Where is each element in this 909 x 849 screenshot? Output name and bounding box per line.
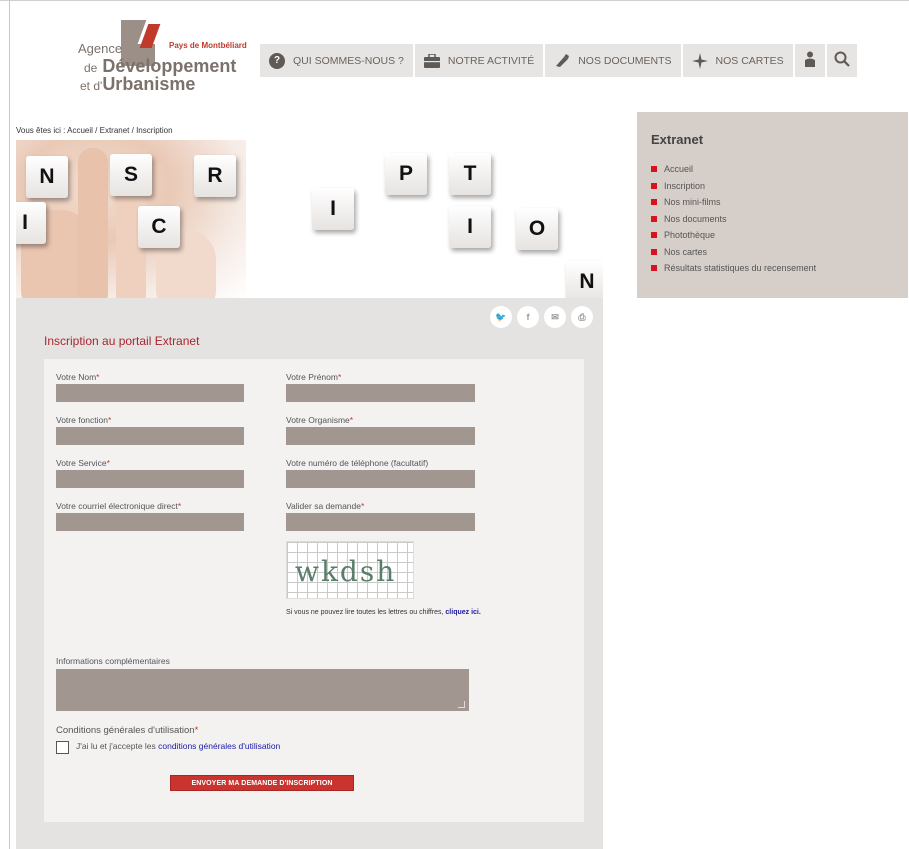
compass-icon xyxy=(691,52,708,69)
submit-button[interactable]: ENVOYER MA DEMANDE D'INSCRIPTION xyxy=(170,775,354,791)
briefcase-icon xyxy=(423,53,440,69)
breadcrumb-link-extranet[interactable]: Extranet xyxy=(100,126,130,135)
valider-label: Valider sa demande* xyxy=(286,501,365,511)
breadcrumb-current: Inscription xyxy=(136,126,173,135)
logo-agence: Agence xyxy=(78,41,123,56)
nav-nos-cartes[interactable]: NOS CARTES xyxy=(682,44,793,77)
fonction-label: Votre fonction* xyxy=(56,415,112,425)
nom-label: Votre Nom* xyxy=(56,372,100,382)
sidebar-menu: Accueil Inscription Nos mini-films Nos d… xyxy=(651,161,894,277)
captcha-refresh-link[interactable]: cliquez ici. xyxy=(445,609,480,616)
agency-logo[interactable]: Agence Pays de Montbéliard de Développem… xyxy=(60,18,260,98)
bullet-icon xyxy=(651,232,657,239)
sidebar-item-documents[interactable]: Nos documents xyxy=(651,211,894,228)
sidebar-item-cartes[interactable]: Nos cartes xyxy=(651,244,894,261)
organisme-label: Votre Organisme* xyxy=(286,415,354,425)
captcha-image: wkdsh xyxy=(286,541,414,599)
prenom-input[interactable] xyxy=(286,384,475,402)
telephone-input[interactable] xyxy=(286,470,475,488)
courriel-input[interactable] xyxy=(56,513,244,531)
registration-form: Votre Nom* Votre Prénom* Votre fonction*… xyxy=(44,359,584,822)
sidebar-item-inscription[interactable]: Inscription xyxy=(651,178,894,195)
bullet-icon xyxy=(651,265,657,272)
service-input[interactable] xyxy=(56,470,244,488)
cgu-text: J'ai lu et j'accepte les conditions géné… xyxy=(76,741,281,751)
nav-label: QUI SOMMES-NOUS ? xyxy=(293,54,404,67)
sidebar-title: Extranet xyxy=(651,132,704,147)
letter-tile: I xyxy=(16,202,46,244)
top-border xyxy=(0,0,909,1)
telephone-label: Votre numéro de téléphone (facultatif) xyxy=(286,458,429,468)
hero-banner: N S R I C I P T I O N xyxy=(16,140,603,298)
info-label: Informations complémentaires xyxy=(56,656,170,666)
nav-label: NOS DOCUMENTS xyxy=(578,54,672,67)
twitter-icon[interactable]: 🐦 xyxy=(490,306,512,328)
captcha-text: wkdsh xyxy=(295,555,397,588)
letter-tile: S xyxy=(110,154,152,196)
cgu-link[interactable]: conditions générales d'utilisation xyxy=(158,741,280,751)
extranet-sidebar: Extranet Accueil Inscription Nos mini-fi… xyxy=(637,112,908,298)
user-icon xyxy=(804,51,816,70)
nav-label: NOTRE ACTIVITÉ xyxy=(447,54,535,67)
bullet-icon xyxy=(651,215,657,222)
logo-pays: Pays de Montbéliard xyxy=(169,41,247,50)
sidebar-item-mini-films[interactable]: Nos mini-films xyxy=(651,194,894,211)
breadcrumb: Vous êtes ici : Accueil / Extranet / Ins… xyxy=(16,126,173,135)
letter-tile: I xyxy=(312,188,354,230)
sidebar-item-recensement[interactable]: Résultats statistiques du recensement xyxy=(651,260,894,277)
letter-tile: O xyxy=(516,208,558,250)
courriel-label: Votre courriel électronique direct* xyxy=(56,501,182,511)
resize-grip-icon[interactable] xyxy=(458,701,465,708)
letter-tile: N xyxy=(26,156,68,198)
nav-label: NOS CARTES xyxy=(715,54,784,67)
left-border xyxy=(9,0,10,849)
cgu-label: Conditions générales d'utilisation* xyxy=(56,725,199,736)
info-textarea[interactable] xyxy=(56,669,469,711)
letter-tile: R xyxy=(194,155,236,197)
search-icon xyxy=(834,51,850,70)
print-icon[interactable]: ⎙ xyxy=(571,306,593,328)
captcha-note: Si vous ne pouvez lire toutes les lettre… xyxy=(286,609,481,616)
logo-line-urbanisme: et d'Urbanisme xyxy=(80,74,196,94)
sidebar-item-phototheque[interactable]: Photothèque xyxy=(651,227,894,244)
facebook-icon[interactable]: f xyxy=(517,306,539,328)
form-title: Inscription au portail Extranet xyxy=(44,334,200,348)
letter-tile: I xyxy=(449,206,491,248)
main-content: 🐦 f ✉ ⎙ Inscription au portail Extranet … xyxy=(16,298,603,849)
document-icon xyxy=(554,53,570,69)
sidebar-item-accueil[interactable]: Accueil xyxy=(651,161,894,178)
main-nav: ? QUI SOMMES-NOUS ? NOTRE ACTIVITÉ NOS D… xyxy=(260,44,857,77)
nav-notre-activite[interactable]: NOTRE ACTIVITÉ xyxy=(414,44,544,77)
letter-tile: T xyxy=(449,153,491,195)
cgu-checkbox[interactable] xyxy=(56,741,69,754)
mail-icon[interactable]: ✉ xyxy=(544,306,566,328)
nom-input[interactable] xyxy=(56,384,244,402)
breadcrumb-separator: / xyxy=(92,126,100,135)
search-button[interactable] xyxy=(826,44,857,77)
nav-qui-sommes-nous[interactable]: ? QUI SOMMES-NOUS ? xyxy=(260,44,413,77)
bullet-icon xyxy=(651,166,657,173)
breadcrumb-link-accueil[interactable]: Accueil xyxy=(67,126,93,135)
organisme-input[interactable] xyxy=(286,427,475,445)
share-bar: 🐦 f ✉ ⎙ xyxy=(490,306,593,328)
nav-nos-documents[interactable]: NOS DOCUMENTS xyxy=(545,44,681,77)
letter-tile: N xyxy=(566,261,603,298)
user-button[interactable] xyxy=(794,44,825,77)
letter-tile: P xyxy=(385,153,427,195)
fonction-input[interactable] xyxy=(56,427,244,445)
bullet-icon xyxy=(651,199,657,206)
question-icon: ? xyxy=(269,52,285,69)
prenom-label: Votre Prénom* xyxy=(286,372,342,382)
letter-tile: C xyxy=(138,206,180,248)
breadcrumb-prefix: Vous êtes ici : xyxy=(16,126,68,135)
captcha-input[interactable] xyxy=(286,513,475,531)
bullet-icon xyxy=(651,182,657,189)
service-label: Votre Service* xyxy=(56,458,110,468)
bullet-icon xyxy=(651,248,657,255)
